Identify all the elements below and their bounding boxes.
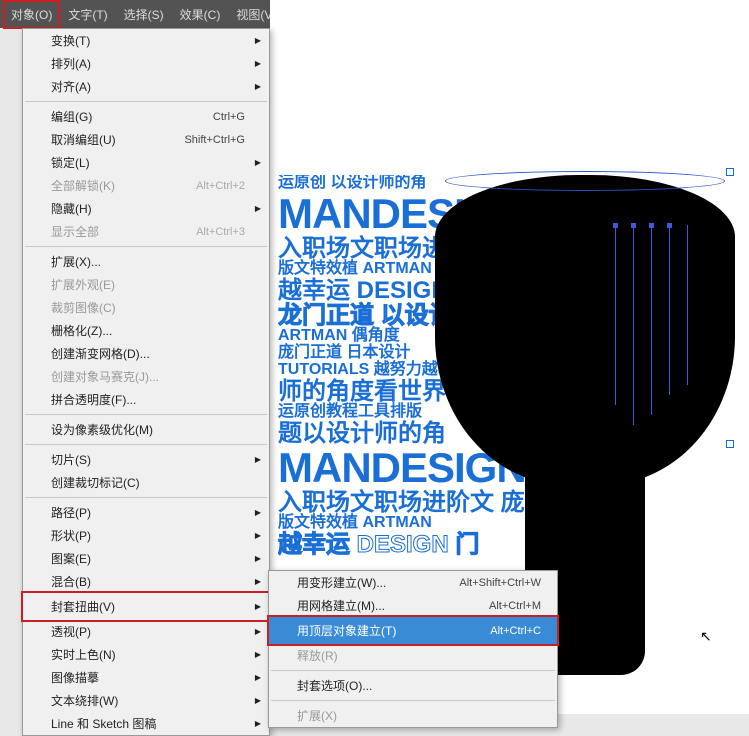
menu-item[interactable]: 创建裁切标记(C): [23, 471, 269, 494]
menu-item[interactable]: 变换(T): [23, 29, 269, 52]
submenu-item[interactable]: 封套选项(O)...: [269, 674, 557, 697]
envelope-submenu: 用变形建立(W)...Alt+Shift+Ctrl+W用网格建立(M)...Al…: [268, 570, 558, 728]
menu-item[interactable]: 文本绕排(W): [23, 689, 269, 712]
menu-item[interactable]: 混合(B): [23, 570, 269, 593]
menu-item[interactable]: 编组(G)Ctrl+G: [23, 105, 269, 128]
selection-handle[interactable]: [726, 440, 734, 448]
menu-item: 扩展外观(E): [23, 273, 269, 296]
selection-handle[interactable]: [726, 168, 734, 176]
menu-item[interactable]: 路径(P): [23, 501, 269, 524]
menu-type[interactable]: 文字(T): [60, 0, 115, 29]
menu-item[interactable]: 拼合透明度(F)...: [23, 388, 269, 411]
menu-effect[interactable]: 效果(C): [172, 0, 229, 29]
menu-select[interactable]: 选择(S): [116, 0, 172, 29]
menu-item[interactable]: 设为像素级优化(M): [23, 418, 269, 441]
menu-item[interactable]: 创建渐变网格(D)...: [23, 342, 269, 365]
menu-item[interactable]: 排列(A): [23, 52, 269, 75]
cursor-icon: ↖: [700, 628, 712, 645]
menu-item: 裁剪图像(C): [23, 296, 269, 319]
object-menu-dropdown: 变换(T)排列(A)对齐(A) 编组(G)Ctrl+G取消编组(U)Shift+C…: [22, 28, 270, 736]
menu-item[interactable]: 形状(P): [23, 524, 269, 547]
submenu-item: 释放(R): [269, 644, 557, 667]
menu-item[interactable]: 对齐(A): [23, 75, 269, 98]
menu-item[interactable]: 取消编组(U)Shift+Ctrl+G: [23, 128, 269, 151]
submenu-item: 扩展(X): [269, 704, 557, 727]
menu-item[interactable]: 封套扭曲(V): [21, 591, 271, 622]
menu-item[interactable]: 隐藏(H): [23, 197, 269, 220]
submenu-item[interactable]: 用变形建立(W)...Alt+Shift+Ctrl+W: [269, 571, 557, 594]
menu-item: 全部解锁(K)Alt+Ctrl+2: [23, 174, 269, 197]
menu-item[interactable]: 栅格化(Z)...: [23, 319, 269, 342]
submenu-item[interactable]: 用顶层对象建立(T)Alt+Ctrl+C: [267, 615, 559, 646]
menu-item[interactable]: 透视(P): [23, 620, 269, 643]
menu-item[interactable]: Line 和 Sketch 图稿: [23, 712, 269, 735]
menu-object[interactable]: 对象(O): [3, 0, 60, 29]
menu-item[interactable]: 扩展(X)...: [23, 250, 269, 273]
menu-item[interactable]: 实时上色(N): [23, 643, 269, 666]
menu-item: 创建对象马赛克(J)...: [23, 365, 269, 388]
submenu-item[interactable]: 用网格建立(M)...Alt+Ctrl+M: [269, 594, 557, 617]
menu-item: 显示全部Alt+Ctrl+3: [23, 220, 269, 243]
menu-item[interactable]: 锁定(L): [23, 151, 269, 174]
menu-item[interactable]: 切片(S): [23, 448, 269, 471]
menu-item[interactable]: 图像描摹: [23, 666, 269, 689]
menu-item[interactable]: 图案(E): [23, 547, 269, 570]
